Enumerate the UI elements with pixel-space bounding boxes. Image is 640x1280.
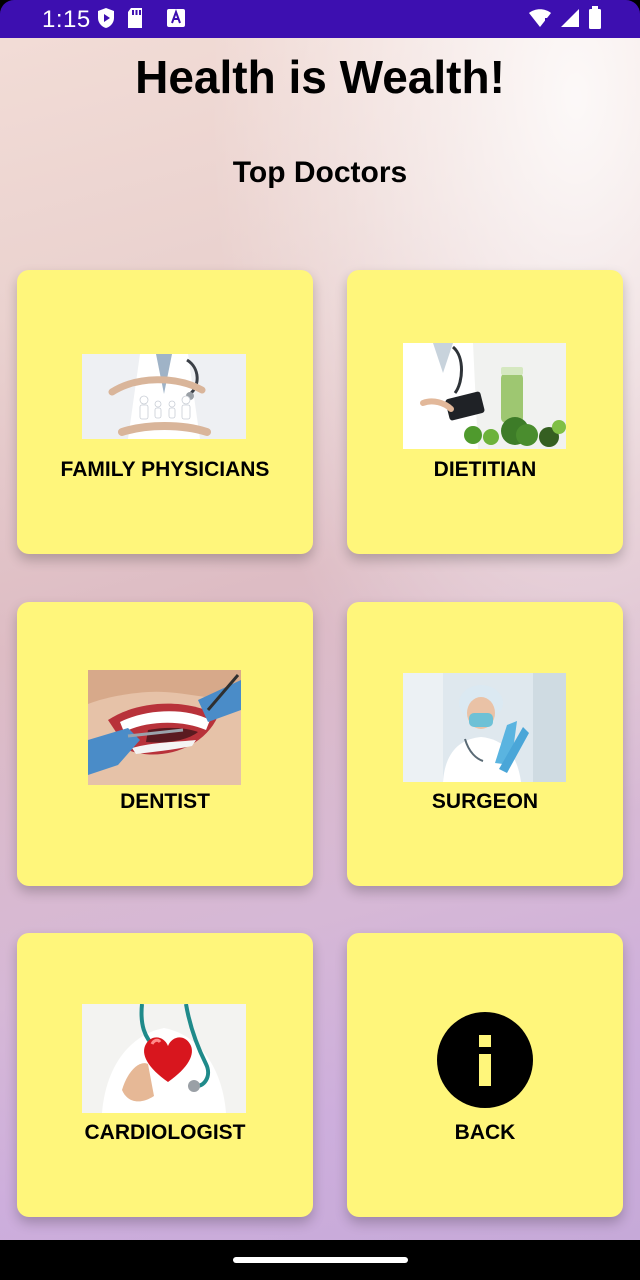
card-label: FAMILY PHYSICIANS [60,458,270,481]
navigation-bar [0,1240,640,1280]
sd-card-icon [126,7,144,34]
back-card[interactable]: BACK [347,933,623,1217]
card-label: CARDIOLOGIST [84,1121,246,1144]
family-care-image [82,354,246,439]
status-time: 1:15 [42,6,91,33]
info-icon [437,1012,533,1108]
dentist-card[interactable]: DENTIST [17,602,313,886]
card-label: BACK [454,1121,516,1144]
card-label: DIETITIAN [433,458,537,481]
status-icons-left [96,7,186,34]
dietitian-image [403,343,566,449]
battery-icon [588,6,602,35]
keyboard-a-icon [166,8,186,33]
surgeon-image [403,673,566,782]
card-label: DENTIST [120,790,210,813]
wifi-icon [528,7,552,34]
status-bar: 1:15 [0,0,640,38]
home-gesture-handle[interactable] [233,1257,408,1263]
status-icons-right [528,6,602,35]
play-protect-icon [96,7,116,34]
page-title: Health is Wealth! [135,51,505,103]
family-physicians-card[interactable]: FAMILY PHYSICIANS [17,270,313,554]
cardiologist-card[interactable]: CARDIOLOGIST [17,933,313,1217]
app-screen: Health is Wealth! Top Doctors FAMILY PHY… [0,38,640,1240]
card-label: SURGEON [431,790,539,813]
dentist-image [88,670,241,785]
cardiologist-image [82,1004,246,1113]
signal-icon [560,7,580,34]
surgeon-card[interactable]: SURGEON [347,602,623,886]
dietitian-card[interactable]: DIETITIAN [347,270,623,554]
section-subtitle: Top Doctors [232,156,408,189]
